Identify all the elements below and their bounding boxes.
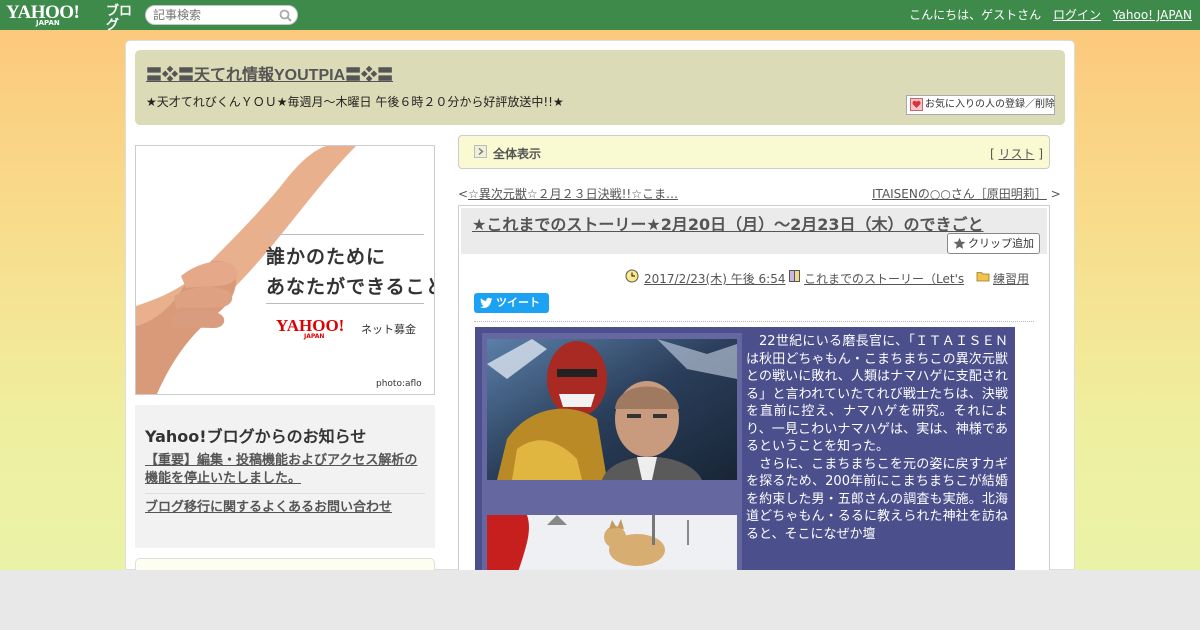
- search-input[interactable]: [145, 5, 298, 25]
- next-article-nav: ITAISENの○○さん［原田明莉］ >: [872, 185, 1061, 202]
- article-folder: 練習用: [993, 270, 1029, 287]
- list-view-link-wrap: [ リスト ]: [990, 145, 1043, 162]
- ad-divider: [266, 234, 424, 235]
- user-links: こんにちは、ゲストさん ログイン Yahoo! JAPAN: [909, 7, 1192, 23]
- yahoo-japan-link[interactable]: Yahoo! JAPAN: [1113, 8, 1192, 22]
- ad-photo-credit: photo:aflo: [376, 379, 422, 389]
- blog-description: ★天才てれびくんＹＯＵ★毎週月～木曜日 午後６時２０分から好評放送中!!★: [146, 95, 564, 109]
- article-date: 2017/2/23(木) 午後 6:54: [644, 270, 785, 287]
- article-date-link[interactable]: 2017/2/23(木) 午後 6:54: [644, 272, 785, 286]
- chevron-right-icon: [474, 145, 487, 158]
- search-icon[interactable]: [279, 9, 292, 22]
- notice-divider: [145, 493, 425, 494]
- logo-japan-text: JAPAN: [36, 19, 60, 27]
- article-photo-namahage[interactable]: [487, 339, 737, 480]
- notice-link[interactable]: ブログ移行に関するよくあるお問い合わせ: [145, 499, 430, 517]
- next-arrow: >: [1046, 187, 1061, 201]
- all-view-label[interactable]: 全体表示: [493, 145, 541, 162]
- yahoo-blog-logo[interactable]: YAHOO! JAPAN ブログ: [6, 3, 142, 33]
- clip-button-label: クリップ追加: [968, 237, 1034, 250]
- login-link[interactable]: ログイン: [1053, 8, 1101, 22]
- list-view-link[interactable]: リスト: [999, 147, 1035, 161]
- ad-service-name: ネット募金: [361, 323, 416, 336]
- ad-divider: [266, 303, 424, 304]
- tweet-label: ツイート: [496, 296, 540, 309]
- folder-icon: [976, 272, 990, 282]
- article-photo-snow-dog[interactable]: [487, 515, 737, 575]
- all-view-bar: [458, 135, 1050, 169]
- article-title-link[interactable]: ★これまでのストーリー★2月20日（月）～2月23日（木）のできごと: [472, 211, 984, 235]
- footer-area: [0, 570, 1200, 630]
- twitter-bird-icon: [480, 297, 493, 308]
- top-navigation-bar: YAHOO! JAPAN ブログ こんにちは、ゲストさん ログイン Yahoo!…: [0, 0, 1200, 33]
- article-category-link[interactable]: これまでのストーリー（Let's: [804, 272, 964, 286]
- favorite-register-button[interactable]: お気に入りの人の登録／削除: [906, 95, 1055, 115]
- article-category: これまでのストーリー（Let's: [804, 270, 964, 287]
- handshake-illustration: [136, 146, 356, 394]
- ad-headline-2: あなたができること: [266, 276, 435, 298]
- blog-title-link[interactable]: 〓❖〓天てれ情報YOUTPIA〓❖〓: [146, 61, 393, 85]
- next-article-link[interactable]: ITAISENの○○さん［原田明莉］: [872, 187, 1047, 201]
- prev-article-link[interactable]: ☆異次元獣☆２月２３日決戦!!☆こま…: [468, 187, 678, 201]
- prev-arrow: <: [458, 187, 469, 201]
- article-body-text: 22世紀にいる磨長官に、「ＩＴＡＩＳＥＮは秋田どちゃもん・こまちまちこの異次元獣…: [746, 333, 1008, 543]
- ad-yahoo-japan-text: JAPAN: [304, 333, 325, 340]
- notice-title: Yahoo!ブログからのお知らせ: [145, 427, 367, 446]
- star-icon: [953, 237, 966, 249]
- dotted-divider: [474, 321, 1034, 322]
- notice-link[interactable]: 【重要】編集・投稿機能およびアクセス解析の機能を停止いたしました。: [145, 452, 430, 488]
- charity-ad-banner[interactable]: 誰かのために あなたができること YAHOO! JAPAN ネット募金 phot…: [135, 145, 435, 395]
- list-bracket-open: [: [990, 147, 999, 161]
- prev-article-nav: <☆異次元獣☆２月２３日決戦!!☆こま…: [458, 185, 678, 202]
- logo-blog-text: ブログ: [106, 4, 133, 33]
- greeting-text: こんにちは、ゲストさん: [909, 8, 1042, 22]
- favorite-button-label: お気に入りの人の登録／削除: [925, 99, 1055, 110]
- article-paragraph: 22世紀にいる磨長官に、「ＩＴＡＩＳＥＮは秋田どちゃもん・こまちまちこの異次元獣…: [746, 334, 1008, 454]
- clock-icon: [625, 269, 639, 283]
- book-icon: [789, 270, 800, 282]
- list-bracket-close: ]: [1034, 147, 1044, 161]
- article-folder-link[interactable]: 練習用: [993, 272, 1029, 286]
- article-paragraph: さらに、こまちまちこを元の姿に戻すカギを探るため、200年前にこまちまちこが結婚…: [746, 456, 1008, 542]
- ad-headline-1: 誰かのために: [266, 246, 387, 268]
- heart-icon: [910, 98, 923, 111]
